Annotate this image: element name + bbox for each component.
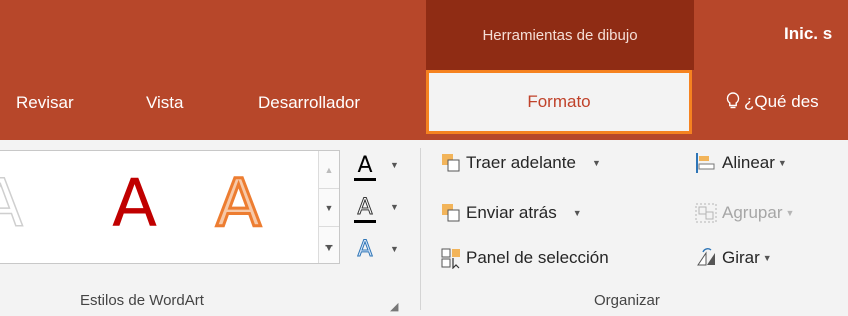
sign-in-link[interactable]: Inic. s — [784, 24, 832, 44]
tell-me-search[interactable]: ¿Qué des — [726, 92, 819, 112]
gallery-more-button[interactable]: ▁ ▼ — [319, 226, 339, 263]
group-label-organizar: Organizar — [594, 292, 660, 309]
text-outline-color-bar — [354, 219, 376, 223]
chevron-down-icon: ▼ — [591, 158, 601, 168]
chevron-down-icon: ▼ — [390, 160, 399, 170]
tab-revisar[interactable]: Revisar — [16, 93, 74, 113]
wordart-style-3[interactable]: A — [214, 169, 262, 238]
chevron-down-icon: ▼ — [572, 208, 582, 218]
text-effects-icon: A — [352, 236, 378, 262]
tab-formato-label: Formato — [527, 92, 591, 111]
wordart-styles-gallery: A A A ▲ ▼ ▁▼ — [0, 150, 340, 264]
chevron-down-icon: ▼ — [762, 253, 772, 263]
chevron-down-icon: ▼ — [390, 202, 399, 212]
agrupar-button[interactable]: Agrupar ▼ — [694, 199, 794, 227]
text-fill-icon: A — [352, 152, 378, 181]
text-outline-icon: A — [352, 194, 378, 223]
chevron-down-icon: ▼ — [785, 208, 795, 218]
rotate-icon — [697, 248, 715, 266]
girar-button[interactable]: Girar ▼ — [694, 244, 772, 272]
wordart-style-1[interactable]: A — [0, 170, 24, 238]
text-effects-button[interactable]: A ▼ — [352, 236, 404, 262]
traer-adelante-label: Traer adelante — [466, 153, 576, 172]
group-separator — [420, 148, 421, 310]
agrupar-label: Agrupar — [722, 203, 783, 222]
tab-vista[interactable]: Vista — [146, 93, 184, 113]
alinear-button[interactable]: Alinear ▼ — [694, 149, 787, 177]
gallery-scroll-down-button[interactable]: ▼ — [319, 188, 339, 227]
selection-pane-icon — [441, 248, 460, 269]
text-effects-glyph: A — [357, 236, 373, 262]
wordart-style-2[interactable]: A — [112, 171, 157, 237]
enviar-atras-button[interactable]: Enviar atrás ▼ — [440, 199, 582, 227]
text-fill-glyph: A — [357, 152, 373, 178]
gallery-scroll: ▲ ▼ ▁ ▼ — [318, 151, 339, 263]
gallery-scroll-up-button[interactable]: ▲ — [319, 151, 339, 188]
bring-forward-icon — [442, 154, 460, 172]
text-outline-glyph: A — [357, 194, 373, 220]
traer-adelante-button[interactable]: Traer adelante ▼ — [440, 149, 601, 177]
align-icon — [696, 153, 715, 173]
group-label-wordart: Estilos de WordArt — [80, 292, 204, 309]
chevron-down-icon: ▼ — [777, 158, 787, 168]
group-icon — [695, 203, 717, 223]
panel-seleccion-label: Panel de selección — [466, 248, 609, 267]
ribbon-tab-row: Revisar Vista Desarrollador Formato ¿Qué… — [0, 70, 848, 140]
girar-label: Girar — [722, 248, 760, 267]
chevron-down-icon: ▼ — [390, 244, 399, 254]
alinear-label: Alinear — [722, 153, 775, 172]
tell-me-text: ¿Qué des — [744, 92, 819, 111]
ribbon-panel: A A A ▲ ▼ ▁▼ A ▼ A ▼ A ▼ Estilos de Word… — [0, 140, 848, 316]
title-bar: Herramientas de dibujo Inic. s — [0, 0, 848, 70]
contextual-tab-group-header: Herramientas de dibujo — [426, 0, 694, 70]
text-fill-button[interactable]: A ▼ — [352, 152, 404, 181]
panel-seleccion-button[interactable]: Panel de selección — [440, 244, 609, 272]
lightbulb-icon — [726, 92, 740, 109]
tab-formato[interactable]: Formato — [426, 70, 692, 134]
text-outline-button[interactable]: A ▼ — [352, 194, 404, 223]
tab-desarrollador[interactable]: Desarrollador — [258, 93, 360, 113]
send-backward-icon — [442, 204, 460, 222]
text-fill-color-bar — [354, 177, 376, 181]
enviar-atras-label: Enviar atrás — [466, 203, 557, 222]
dialog-launcher-icon[interactable]: ◢ — [390, 300, 398, 313]
